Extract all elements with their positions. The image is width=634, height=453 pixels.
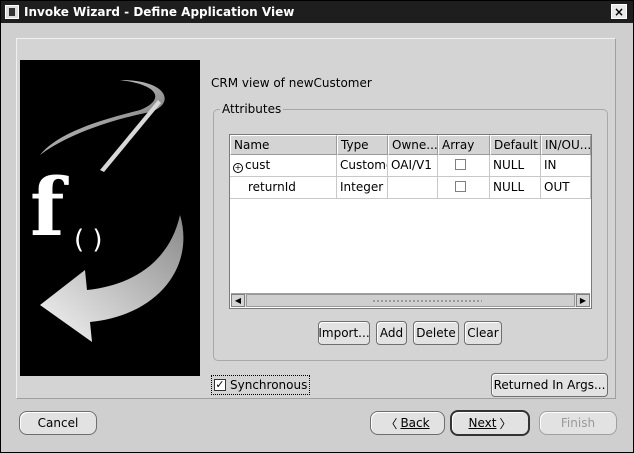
cell-default: NULL [490,155,541,177]
delete-button[interactable]: Delete [413,321,459,345]
next-button[interactable]: Next 〉 [450,410,530,436]
synchronous-label: Synchronous [230,378,308,392]
column-header-name[interactable]: Name [230,135,337,155]
finish-button[interactable]: Finish [539,411,617,435]
import-button[interactable]: Import... [318,321,370,345]
title-bar: Invoke Wizard - Define Application View … [1,1,633,23]
synchronous-checkbox[interactable]: ✓ Synchronous [211,375,311,395]
cell-owner [388,177,438,199]
function-graphic: f ( ) [20,60,200,376]
svg-text:( ): ( ) [74,225,103,255]
returned-in-args-button[interactable]: Returned In Args... [491,373,608,397]
add-button[interactable]: Add [376,321,407,345]
table-header: Name Type Owne... Array Default IN/OU... [230,135,591,155]
scroll-thumb[interactable] [246,294,575,307]
cell-default: NULL [490,177,541,199]
cell-type: Integer [337,177,388,199]
array-checkbox[interactable] [455,181,466,192]
column-header-inout[interactable]: IN/OU... [541,135,591,155]
next-label: Next [468,416,497,430]
expand-icon[interactable]: + [233,163,243,173]
cell-type: Custome [337,155,388,177]
table-row[interactable]: returnId Integer NULL OUT [230,177,591,199]
cell-name: returnId [230,177,337,199]
window-title: Invoke Wizard - Define Application View [24,5,295,19]
clear-button[interactable]: Clear [464,321,502,345]
close-button[interactable]: × [611,4,627,19]
check-icon: ✓ [214,378,226,391]
cell-array [438,155,490,177]
app-icon [5,5,19,19]
column-header-array[interactable]: Array [438,135,490,155]
cell-owner: OAI/V1 [388,155,438,177]
attributes-legend: Attributes [220,102,284,116]
back-button[interactable]: 〈 Back [370,411,445,435]
cancel-button[interactable]: Cancel [19,411,97,435]
view-label: CRM view of newCustomer [211,76,372,90]
grip-icon [372,299,482,303]
scroll-left-icon[interactable]: ◀ [231,294,245,307]
svg-text:f: f [30,160,69,254]
back-label: Back [400,416,430,430]
cell-array [438,177,490,199]
attributes-table: Name Type Owne... Array Default IN/OU...… [229,134,592,309]
cell-name: + cust [230,155,337,177]
cell-inout: OUT [541,177,591,199]
table-row[interactable]: +cust Custome OAI/V1 NULL IN [230,155,591,177]
cell-inout: IN [541,155,591,177]
array-checkbox[interactable] [455,159,466,170]
horizontal-scrollbar[interactable]: ◀ ▶ [231,293,590,307]
column-header-owner[interactable]: Owne... [388,135,438,155]
chevron-right-icon: 〉 [499,416,512,431]
scroll-right-icon[interactable]: ▶ [576,294,590,307]
chevron-left-icon: 〈 [385,416,398,431]
column-header-default[interactable]: Default [490,135,541,155]
column-header-type[interactable]: Type [337,135,388,155]
wizard-window: Invoke Wizard - Define Application View … [0,0,634,453]
